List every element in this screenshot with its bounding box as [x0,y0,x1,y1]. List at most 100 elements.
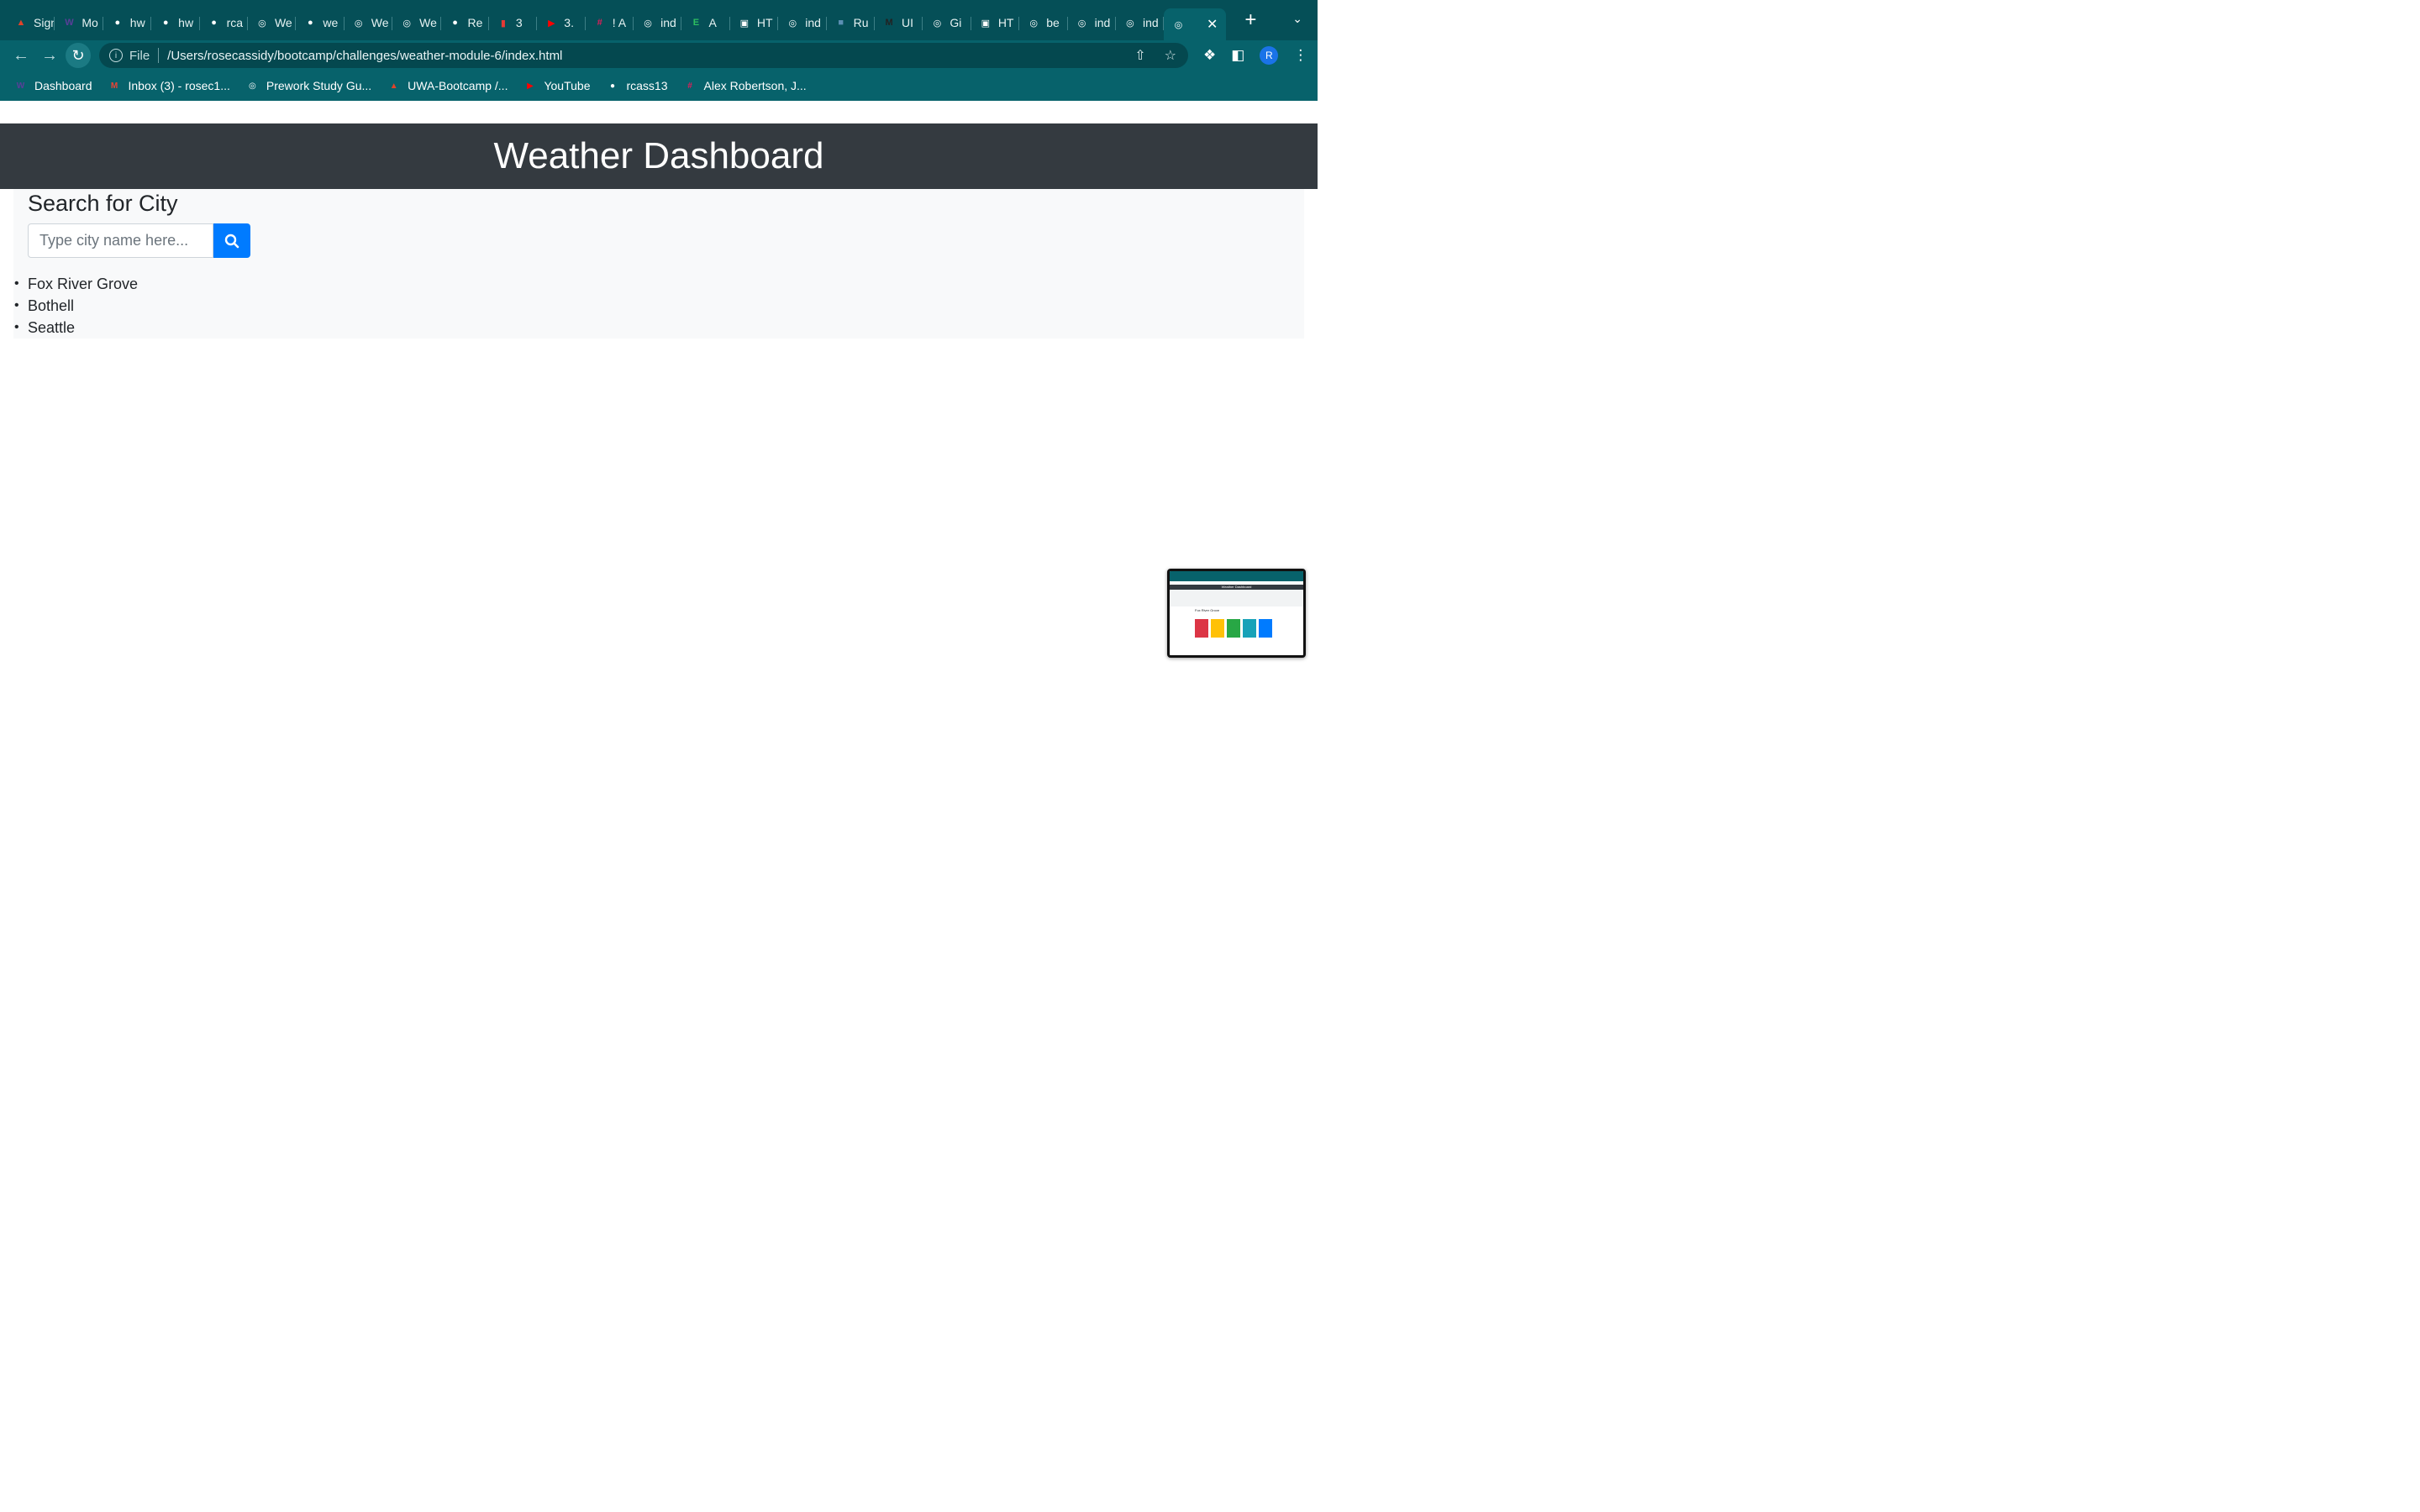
page-title: Weather Dashboard [493,135,824,176]
bookmark-label: Dashboard [34,79,92,92]
bookmark-item[interactable]: M Inbox (3) - rosec1... [108,79,230,93]
github-icon: ● [609,81,615,91]
browser-tab[interactable]: M UI [875,8,923,37]
browser-tab[interactable]: W Mo [55,8,103,37]
youtube-icon: ▶ [548,18,555,29]
browser-tab[interactable]: ◎ We [392,8,441,37]
browser-tab[interactable]: ▲ Sign [7,8,55,37]
back-arrow-icon[interactable]: ← [7,46,35,66]
bookmark-item[interactable]: ▲ UWA-Bootcamp /... [387,79,508,93]
thumbnail-search-panel [1170,590,1303,606]
browser-tab[interactable]: ■ Ru [827,8,876,37]
browser-tab[interactable]: ▣ HT [971,8,1020,37]
thumbnail-card [1211,619,1224,638]
browser-tab[interactable]: ● hw [103,8,152,37]
globe-icon: ◎ [1126,18,1134,29]
browser-tab[interactable]: ● Re [441,8,489,37]
slack-icon: # [597,18,602,28]
tab-label: hw [178,16,194,29]
browser-tab[interactable]: ◎ ind [1068,8,1116,37]
extensions-puzzle-icon[interactable]: ❖ [1203,47,1216,64]
browser-tab[interactable]: ◎ ind [634,8,682,37]
tab-strip: ▲ Sign W Mo ● hw ● hw ● rca ◎ We ● we ◎ We ◎ We ● Re ▮ 3 ▶ 3. #!… [0,0,1318,40]
browser-tab[interactable]: # ! A [586,8,634,37]
tab-label: HT [997,16,1014,29]
tab-label: be [1046,16,1060,29]
browser-tab[interactable]: ◎ ind [778,8,827,37]
tab-search-chevron-icon[interactable]: ⌄ [1292,12,1302,26]
browser-tab[interactable]: ▮ 3 [489,8,538,37]
bookmark-star-icon[interactable]: ☆ [1165,47,1176,64]
browser-tab[interactable]: ◎ be [1019,8,1068,37]
reload-icon[interactable]: ↻ [66,43,91,68]
browser-tab[interactable]: ◎ We [248,8,297,37]
tab-label: Gi [950,16,962,29]
browser-tab[interactable]: ▣ HT [730,8,779,37]
browser-tab[interactable]: ◎ ind [1116,8,1165,37]
history-city-item[interactable]: Fox River Grove [13,273,138,295]
evernote-icon: E [692,18,700,28]
share-icon[interactable]: ⇧ [1134,47,1145,64]
search-panel: Search for City Fox River GroveBothellSe… [13,189,1304,339]
browser-tab[interactable]: ● we [296,8,345,37]
profile-avatar[interactable]: R [1260,46,1279,65]
history-city-item[interactable]: Bothell [13,295,138,317]
screenshot-thumbnail[interactable]: Weather Dashboard Fox River Grove [1167,569,1306,658]
bookmark-label: rcass13 [626,79,668,92]
menu-kebab-icon[interactable]: ⋮ [1293,47,1307,64]
bookmark-label: Inbox (3) - rosec1... [128,79,230,92]
bookmark-item[interactable]: ◎ Prework Study Gu... [245,79,371,93]
globe-icon: ◎ [1077,18,1086,29]
thumbnail-city: Fox River Grove [1195,608,1220,612]
tab-label: A [708,16,717,29]
forward-arrow-icon[interactable]: → [35,46,64,66]
side-panel-icon[interactable]: ◧ [1231,47,1244,64]
bookmark-label: YouTube [544,79,591,92]
close-tab-icon[interactable]: ✕ [1207,16,1218,33]
github-icon: ● [114,18,121,28]
bookmark-item[interactable]: ● rcass13 [605,79,668,93]
browser-tab[interactable]: ● rca [200,8,248,37]
bookmarks-bar: W Dashboard M Inbox (3) - rosec1... ◎ Prework… [0,71,1318,101]
rocket-icon: ▮ [500,18,506,29]
globe-icon: ◎ [1029,18,1038,29]
browser-toolbar: ← → ↻ i File /Users/rosecassidy/bootcamp… [0,40,1318,71]
browser-tab[interactable]: ● hw [151,8,200,37]
thumbnail-card [1243,619,1256,638]
tab-label: HT [756,16,773,29]
bookmark-item[interactable]: W Dashboard [13,79,92,93]
browser-tab-active[interactable]: ◎ ✕ [1164,8,1227,40]
globe-icon: ◎ [1174,19,1183,30]
image-icon: ▣ [739,18,750,29]
globe-icon: ◎ [644,18,652,29]
browser-tab[interactable]: ◎ We [345,8,393,37]
image-icon: ▣ [981,18,991,29]
browser-tab[interactable]: EA [681,8,730,37]
history-city-item[interactable]: Seattle [13,317,138,339]
bookmark-item[interactable]: # Alex Robertson, J... [683,79,807,93]
browser-tab[interactable]: ▶ 3. [537,8,586,37]
tab-list: ▲ Sign W Mo ● hw ● hw ● rca ◎ We ● we ◎ We ◎ We ● Re ▮ 3 ▶ 3. #!… [0,0,1227,40]
info-icon[interactable]: i [109,49,123,62]
thumbnail-card [1195,619,1208,638]
tab-label: 3 [515,16,523,29]
new-tab-button[interactable]: + [1244,10,1256,30]
bookmark-item[interactable]: ▶ YouTube [523,79,590,93]
w-icon: W [65,18,74,28]
search-icon [224,234,239,248]
web-page: Weather Dashboard Search for City Fox Ri… [0,102,1318,823]
address-url[interactable]: /Users/rosecassidy/bootcamp/challenges/w… [167,49,562,63]
bookmark-label: Alex Robertson, J... [703,79,807,92]
search-button[interactable] [213,223,250,258]
gitlab-icon: ▲ [16,18,26,28]
tab-label: We [419,16,437,29]
city-search-input[interactable] [28,223,213,258]
m-icon: M [885,18,893,28]
tab-label: UI [902,16,914,29]
tab-label: Mo [82,16,98,29]
browser-tab[interactable]: ◎ Gi [923,8,971,37]
tab-label: Ru [853,16,869,29]
photo-icon: ■ [838,18,844,28]
address-bar[interactable]: i File /Users/rosecassidy/bootcamp/chall… [99,43,1188,68]
tab-label: We [371,16,389,29]
